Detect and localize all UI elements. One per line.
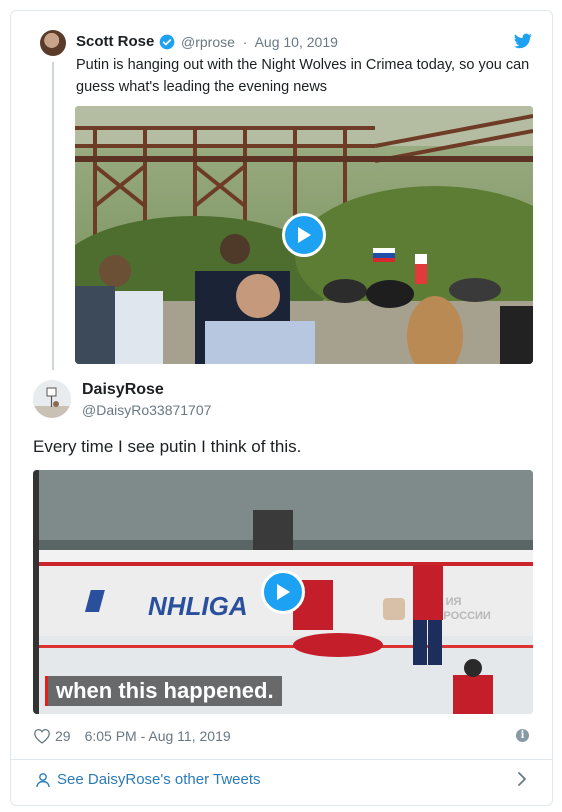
chevron-right-icon[interactable] [516,771,528,787]
play-button[interactable] [261,570,305,614]
play-icon [298,227,311,243]
play-button[interactable] [282,213,326,257]
quoted-date[interactable]: Aug 10, 2019 [255,34,338,50]
like-count[interactable]: 29 [55,728,71,744]
thread-line [52,62,54,370]
info-icon[interactable]: i [516,729,529,742]
see-more-tweets-link[interactable]: See DaisyRose's other Tweets [35,771,261,788]
avatar-image [33,380,71,418]
quoted-tweet-text: Putin is hanging out with the Night Wolv… [76,57,530,95]
quoted-author-name[interactable]: Scott Rose [76,33,154,50]
timestamp[interactable]: 6:05 PM - Aug 11, 2019 [85,728,231,744]
reply-handle[interactable]: @DaisyRo33871707 [82,402,211,418]
quoted-handle[interactable]: @rprose [181,34,235,50]
twitter-bird-icon[interactable] [514,33,532,49]
verified-badge-icon [159,34,175,50]
see-more-label: See DaisyRose's other Tweets [57,771,261,788]
reply-author-name[interactable]: DaisyRose [82,381,164,399]
quoted-meta: @rprose · Aug 10, 2019 [181,34,342,50]
quoted-video[interactable] [75,106,533,364]
rink-banner-text: NHLIGA [148,591,248,621]
video-caption: when this happened. [45,676,282,706]
play-icon [277,584,290,600]
person-icon [36,772,50,787]
heart-icon[interactable] [33,728,51,744]
reply-tweet-text: Every time I see putin I think of this. [33,437,302,456]
reply-video[interactable]: NHLIGA ФЕД ИЯ ХОК РОССИИ when this happe… [33,470,533,714]
reply-avatar[interactable] [33,380,71,418]
tweet-footer: 29 6:05 PM - Aug 11, 2019 [33,728,231,744]
meta-separator: · [242,34,248,50]
divider [10,759,553,760]
avatar[interactable] [40,30,66,56]
